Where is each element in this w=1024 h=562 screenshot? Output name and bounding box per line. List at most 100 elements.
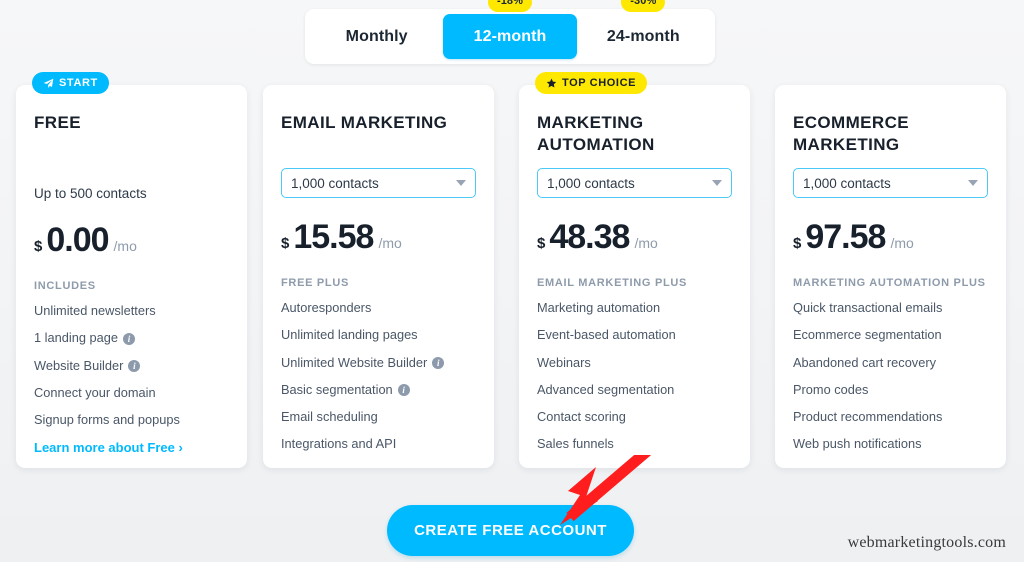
- learn-more-link[interactable]: Learn more about Free ›: [34, 441, 183, 454]
- feature-label: Website Builder: [34, 357, 124, 373]
- feature-item: Event-based automation: [537, 327, 732, 343]
- feature-item: Unlimited landing pages: [281, 327, 476, 343]
- feature-item: Ecommerce segmentation: [793, 327, 988, 343]
- plan-badge-top-choice: TOP CHOICE: [535, 72, 648, 94]
- feature-label: Sales funnels: [537, 436, 614, 452]
- info-icon[interactable]: i: [432, 356, 445, 369]
- feature-label: Connect your domain: [34, 384, 156, 400]
- info-icon[interactable]: i: [122, 332, 135, 345]
- features-heading: INCLUDES: [34, 280, 96, 292]
- feature-label: Signup forms and popups: [34, 412, 180, 428]
- feature-item: Unlimited newsletters: [34, 303, 229, 318]
- feature-item: Email scheduling: [281, 409, 476, 425]
- feature-item: Basic segmentation i: [281, 383, 476, 397]
- features-list: Marketing automation Event-based automat…: [537, 300, 732, 451]
- toggle-option-24-month[interactable]: -30% 24-month: [577, 0, 710, 59]
- features-list: Autoresponders Unlimited landing pages U…: [281, 300, 476, 451]
- discount-badge: -30%: [621, 0, 666, 12]
- feature-item: Product recommendations: [793, 409, 988, 425]
- plan-price: $ 97.58 /mo: [793, 220, 988, 254]
- price-amount: 48.38: [549, 218, 630, 256]
- feature-item: Integrations and API: [281, 438, 476, 451]
- create-free-account-button[interactable]: CREATE FREE ACCOUNT: [387, 505, 634, 556]
- toggle-option-label: 24-month: [606, 27, 680, 45]
- feature-item: 1 landing page i: [34, 330, 229, 346]
- feature-label: Event-based automation: [537, 327, 676, 343]
- plan-title: ECOMMERCE MARKETING: [793, 113, 909, 154]
- feature-label: Promo codes: [793, 381, 869, 397]
- feature-label: Advanced segmentation: [537, 381, 675, 397]
- plan-badge-label: START: [59, 76, 98, 89]
- price-period: /mo: [890, 235, 914, 251]
- feature-label: 1 landing page: [34, 330, 118, 346]
- plan-price: $ 15.58 /mo: [281, 220, 476, 254]
- pricing-page: Monthly -18% 12-month -30% 24-month STAR…: [0, 0, 1024, 562]
- price-amount: 0.00: [46, 221, 109, 259]
- price-currency: $: [793, 235, 802, 252]
- feature-item: Marketing automation: [537, 300, 732, 315]
- feature-label: Ecommerce segmentation: [793, 327, 942, 343]
- feature-label: Quick transactional emails: [793, 300, 943, 315]
- feature-item: Webinars: [537, 354, 732, 370]
- contacts-select[interactable]: 1,000 contacts: [281, 168, 476, 198]
- feature-item: Learn more about Free ›: [34, 441, 229, 454]
- contacts-select-value: 1,000 contacts: [547, 175, 635, 191]
- price-period: /mo: [378, 235, 402, 251]
- feature-label: Integrations and API: [281, 436, 397, 452]
- star-icon: [546, 78, 557, 88]
- price-currency: $: [281, 235, 290, 252]
- plan-title: FREE: [34, 113, 81, 132]
- plan-card-free[interactable]: START FREE Up to 500 contacts $ 0.00 /mo…: [16, 72, 247, 468]
- plan-badge-label: TOP CHOICE: [562, 76, 637, 89]
- chevron-down-icon: [712, 180, 722, 186]
- contacts-select-value: 1,000 contacts: [291, 175, 379, 191]
- toggle-option-monthly[interactable]: Monthly: [310, 14, 443, 59]
- feature-item: Website Builder i: [34, 357, 229, 373]
- feature-item: Connect your domain: [34, 384, 229, 400]
- contacts-select-value: 1,000 contacts: [803, 175, 891, 191]
- info-icon[interactable]: i: [397, 384, 410, 397]
- feature-item: Autoresponders: [281, 300, 476, 315]
- plan-title: EMAIL MARKETING: [281, 113, 448, 132]
- feature-label: Unlimited Website Builder: [281, 354, 428, 370]
- feature-label: Autoresponders: [281, 300, 372, 315]
- feature-label: Webinars: [537, 354, 591, 370]
- plan-card-marketing-automation[interactable]: TOP CHOICE MARKETING AUTOMATION 1,000 co…: [519, 72, 750, 468]
- plan-price: $ 48.38 /mo: [537, 220, 732, 254]
- price-period: /mo: [634, 235, 658, 251]
- feature-item: Quick transactional emails: [793, 300, 988, 315]
- feature-label: Email scheduling: [281, 409, 378, 425]
- feature-label: Abandoned cart recovery: [793, 354, 936, 370]
- feature-label: Marketing automation: [537, 300, 661, 315]
- site-watermark: webmarketingtools.com: [847, 534, 1006, 551]
- price-currency: $: [537, 235, 546, 252]
- plan-card-email-marketing[interactable]: EMAIL MARKETING 1,000 contacts $ 15.58 /…: [263, 85, 494, 468]
- paper-plane-icon: [43, 78, 54, 88]
- features-heading: MARKETING AUTOMATION PLUS: [793, 277, 986, 289]
- plan-card-ecommerce-marketing[interactable]: ECOMMERCE MARKETING 1,000 contacts $ 97.…: [775, 85, 1006, 468]
- features-list: Unlimited newsletters 1 landing page i We…: [34, 303, 229, 454]
- feature-item: Abandoned cart recovery: [793, 354, 988, 370]
- toggle-option-label: 12-month: [473, 27, 547, 45]
- feature-item: Unlimited Website Builder i: [281, 354, 476, 370]
- toggle-option-label: Monthly: [345, 27, 408, 45]
- feature-item: Web push notifications: [793, 438, 988, 451]
- feature-label: Unlimited newsletters: [34, 303, 156, 318]
- feature-label: Product recommendations: [793, 409, 943, 425]
- feature-label: Contact scoring: [537, 409, 626, 425]
- feature-item: Sales funnels: [537, 438, 732, 451]
- feature-item: Contact scoring: [537, 409, 732, 425]
- price-amount: 97.58: [805, 218, 886, 256]
- feature-label: Web push notifications: [793, 436, 922, 452]
- plan-price: $ 0.00 /mo: [34, 223, 229, 257]
- toggle-option-12-month[interactable]: -18% 12-month: [443, 0, 577, 59]
- plan-title: MARKETING AUTOMATION: [537, 113, 655, 154]
- features-heading: EMAIL MARKETING PLUS: [537, 277, 688, 289]
- contacts-select[interactable]: 1,000 contacts: [537, 168, 732, 198]
- chevron-down-icon: [456, 180, 466, 186]
- plan-contacts-note: Up to 500 contacts: [34, 186, 147, 201]
- features-list: Quick transactional emails Ecommerce seg…: [793, 300, 988, 451]
- contacts-select[interactable]: 1,000 contacts: [793, 168, 988, 198]
- feature-label: Unlimited landing pages: [281, 327, 418, 343]
- info-icon[interactable]: i: [128, 359, 141, 372]
